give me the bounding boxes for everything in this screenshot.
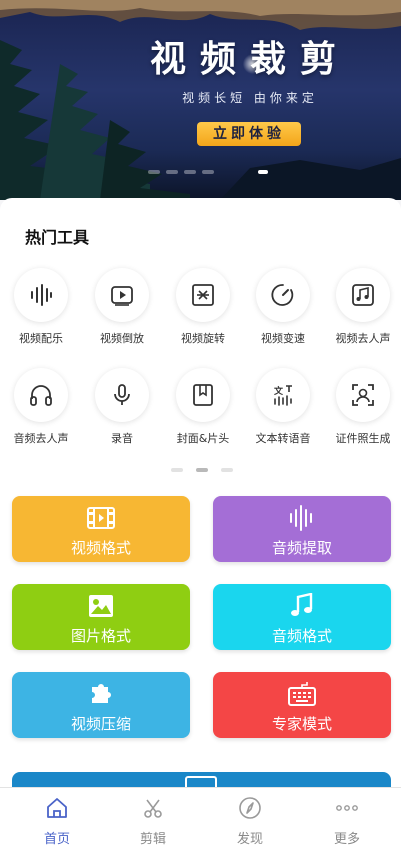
tool-label: 视频变速 (261, 332, 305, 345)
tool-audio-remove-vocal[interactable]: 音频去人声 (4, 368, 78, 458)
nav-label: 更多 (333, 832, 360, 846)
banner-dot[interactable] (148, 170, 160, 174)
tool-video-remove-vocal[interactable]: 视频去人声 (326, 268, 400, 358)
nav-edit[interactable]: 剪辑 (103, 788, 203, 846)
film-icon (12, 505, 190, 531)
tool-record[interactable]: 录音 (85, 368, 159, 458)
tool-label: 音频去人声 (13, 432, 69, 445)
banner-dot[interactable] (184, 170, 196, 174)
tool-cover-intro[interactable]: 封面&片头 (166, 368, 240, 458)
tool-id-photo[interactable]: 证件照生成 (326, 368, 400, 458)
home-icon (47, 798, 67, 818)
video-play-icon (95, 268, 149, 322)
banner-dot[interactable] (202, 170, 214, 174)
card-audio-extract[interactable]: 音频提取 (213, 496, 391, 562)
tool-text-to-speech[interactable]: 文 文本转语音 (246, 368, 320, 458)
keyboard-icon (213, 681, 391, 707)
bottom-navigation: 首页 剪辑 发现 更多 (0, 787, 401, 846)
banner-title: 视频裁剪 (149, 39, 350, 80)
card-label: 图片格式 (70, 627, 131, 645)
puzzle-icon (12, 681, 190, 707)
tool-label: 证件照生成 (335, 432, 391, 445)
banner-subtitle: 视频长短 由你来定 (182, 91, 318, 105)
tool-label: 视频倒放 (100, 332, 144, 345)
card-label: 视频压缩 (70, 715, 131, 733)
nav-more[interactable]: 更多 (297, 788, 397, 846)
banner-pagination (0, 170, 401, 176)
nav-discover[interactable]: 发现 (200, 788, 300, 846)
banner-dot-active[interactable] (258, 170, 268, 174)
card-image-format[interactable]: 图片格式 (12, 584, 190, 650)
nav-label: 发现 (236, 832, 263, 846)
tool-label: 视频旋转 (181, 332, 225, 345)
image-icon (12, 593, 190, 619)
tool-video-music[interactable]: 视频配乐 (4, 268, 78, 358)
tool-video-reverse[interactable]: 视频倒放 (85, 268, 159, 358)
promo-banner[interactable]: 视频裁剪 视频长短 由你来定 立即体验 (0, 0, 401, 200)
music-note-icon (336, 268, 390, 322)
tools-page-dot[interactable] (221, 468, 233, 472)
card-label: 音频提取 (271, 539, 332, 557)
card-label: 视频格式 (70, 539, 131, 557)
rotate-icon (176, 268, 230, 322)
card-video-format[interactable]: 视频格式 (12, 496, 190, 562)
svg-text:文: 文 (273, 385, 284, 397)
nav-home[interactable]: 首页 (7, 788, 107, 846)
microphone-icon (95, 368, 149, 422)
card-label: 音频格式 (271, 627, 332, 645)
tool-label: 录音 (111, 432, 133, 445)
tool-video-rotate[interactable]: 视频旋转 (166, 268, 240, 358)
card-video-compress[interactable]: 视频压缩 (12, 672, 190, 738)
more-dots-icon (336, 805, 358, 811)
main-panel: 热门工具 视频配乐 视频倒放 视频旋转 视频变速 视频去人声 音频去人声 录音 … (0, 198, 401, 792)
banner-dot[interactable] (166, 170, 178, 174)
compass-icon (239, 797, 261, 819)
tools-page-dot-active[interactable] (196, 468, 208, 472)
hot-tools-title: 热门工具 (25, 228, 90, 247)
tools-pagination (0, 468, 401, 472)
text-to-speech-icon: 文 (256, 368, 310, 422)
nav-label: 剪辑 (139, 832, 166, 846)
tool-video-speed[interactable]: 视频变速 (246, 268, 320, 358)
card-audio-format[interactable]: 音频格式 (213, 584, 391, 650)
tool-label: 封面&片头 (176, 432, 230, 445)
tool-label: 视频配乐 (19, 332, 63, 345)
tools-page-dot[interactable] (171, 468, 183, 472)
bookmark-icon (176, 368, 230, 422)
nav-label: 首页 (43, 832, 70, 846)
headphones-icon (14, 368, 68, 422)
scissors-icon (144, 799, 162, 818)
speedometer-icon (256, 268, 310, 322)
portrait-icon (336, 368, 390, 422)
waveform-icon (14, 268, 68, 322)
card-label: 专家模式 (271, 715, 332, 733)
try-now-button[interactable]: 立即体验 (197, 122, 301, 146)
sound-bars-icon (213, 505, 391, 531)
card-expert-mode[interactable]: 专家模式 (213, 672, 391, 738)
tool-label: 视频去人声 (335, 332, 391, 345)
music-note-icon (213, 593, 391, 619)
tool-label: 文本转语音 (255, 432, 311, 445)
